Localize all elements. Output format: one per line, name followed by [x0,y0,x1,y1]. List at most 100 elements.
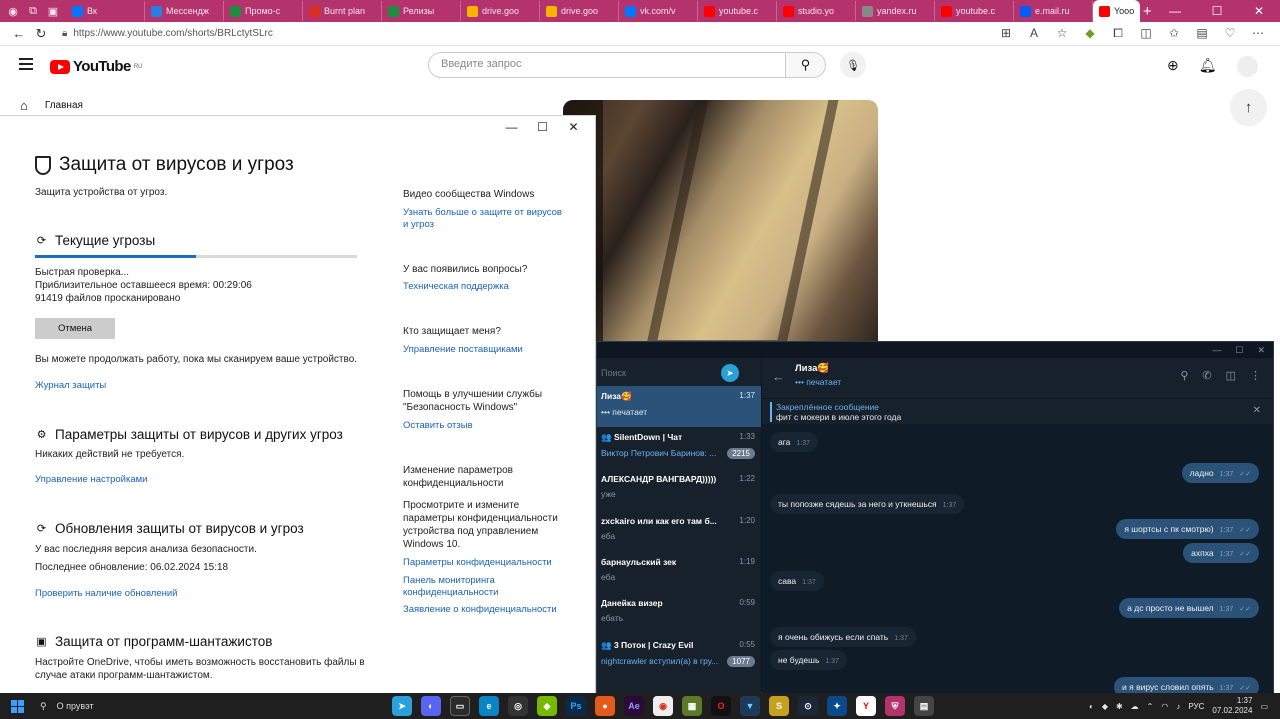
telegram-app-icon[interactable]: ➤ [392,696,412,716]
notifications-icon[interactable]: ▭ [1260,702,1268,711]
browser-tab[interactable]: e.mail.ru [1014,1,1093,21]
browser-tab[interactable]: youtube.c [935,1,1014,21]
chat-list-item[interactable]: 👥 3 Поток | Crazy Evil nightcrawler вступ… [597,635,761,676]
notifications-bell-icon[interactable]: 🔔︎ [1199,57,1217,74]
outgoing-message[interactable]: я шортсы с пк смотрю) 1:37 ✓✓ [1116,519,1259,539]
after-effects-app-icon[interactable]: Ae [624,696,644,716]
incoming-message[interactable]: ага 1:37 [770,432,818,452]
privacy-settings-link[interactable]: Параметры конфиденциальности [403,557,568,569]
chat-list-item[interactable]: 👥 SilentDown | Чат Виктор Петрович Барино… [597,427,761,468]
refresh-icon[interactable]: ↻ [30,26,52,42]
privacy-dashboard-link[interactable]: Панель мониторинга конфиденциальности [403,575,568,599]
create-video-icon[interactable]: ⊕ [1167,57,1179,74]
providers-link[interactable]: Управление поставщиками [403,344,568,356]
split-screen-icon[interactable]: ◫ [1138,26,1154,41]
browser-tab[interactable]: Вк [66,1,145,21]
wifi-icon[interactable]: ◠ [1161,702,1168,711]
search-icon[interactable]: ⚲ [786,52,826,78]
shorts-video-player[interactable] [563,100,878,345]
sidebar-item-home[interactable]: ⌂ Главная [20,98,83,113]
close-pinned-icon[interactable]: ✕ [1253,405,1261,416]
check-updates-link[interactable]: Проверить наличие обновлений [35,588,177,600]
chrome-app-icon[interactable]: ◉ [653,696,673,716]
learn-more-link[interactable]: Узнать больше о защите от вирусов и угро… [403,207,568,231]
phone-icon[interactable]: ✆ [1202,369,1211,382]
browser-tab[interactable]: youtube.c [698,1,777,21]
manage-settings-link[interactable]: Управление настройками [35,474,147,486]
browser-tab[interactable]: Мессендж [145,1,224,21]
menu-icon[interactable] [19,58,33,70]
microphone-icon[interactable]: 🎙︎ [840,52,866,78]
minecraft-app-icon[interactable]: ▦ [682,696,702,716]
close-button[interactable]: ✕ [558,120,589,134]
browser-tab[interactable]: yandex.ru [856,1,935,21]
photoshop-app-icon[interactable]: Ps [566,696,586,716]
minimize-button[interactable]: — [1154,4,1196,18]
notepad-app-icon[interactable]: ▤ [914,696,934,716]
feedback-link[interactable]: Оставить отзыв [403,420,568,432]
profile-icon[interactable]: ◉ [6,4,20,18]
chat-list-item[interactable]: zxckairo или как его там б... ебa 1:20 [597,511,761,552]
outgoing-message[interactable]: ахпха 1:37 ✓✓ [1183,543,1259,563]
security-app-icon[interactable]: ⛨ [885,696,905,716]
browser-tab[interactable]: drive.goo [461,1,540,21]
obs-app-icon[interactable]: ◎ [508,696,528,716]
address-bar[interactable]: 🔒︎ https://www.youtube.com/shorts/BRLcty… [62,28,922,39]
workspaces-icon[interactable]: ⧉ [26,4,40,18]
privacy-statement-link[interactable]: Заявление о конфиденциальности [403,604,568,616]
pinned-message[interactable]: Закреплённое сообщение фит с мокери в ию… [762,398,1273,424]
incoming-message[interactable]: я очень обижусь если спать 1:37 [770,627,916,647]
incoming-message[interactable]: ты попозже сядешь за него и уткнешься 1:3… [770,494,965,514]
telegram-plane-icon[interactable]: ➤ [721,364,739,382]
browser-app-icon[interactable]: ● [595,696,615,716]
vpn-app-icon[interactable]: ▼ [740,696,760,716]
nvidia-app-icon[interactable]: ◆ [537,696,557,716]
close-button[interactable]: ✕ [1257,345,1265,356]
browser-tab[interactable]: vk.com/v [619,1,698,21]
search-input[interactable]: Введите запрос [428,52,786,78]
taskbar-clock[interactable]: 1:37 07.02.2024 [1212,696,1252,716]
extension-icon[interactable]: ◆ [1082,26,1098,41]
tab-actions-icon[interactable]: ▣ [46,4,60,18]
maximize-button[interactable]: ☐ [1196,4,1238,18]
dropbox-app-icon[interactable]: ✦ [827,696,847,716]
steam-app-icon[interactable]: ⊙ [798,696,818,716]
discord-app-icon[interactable]: ◐ [421,696,441,716]
taskbar-search[interactable]: ⚲ О прувэт [34,701,354,712]
youtube-logo[interactable]: YouTube RU [50,58,142,75]
outgoing-message[interactable]: а дс просто не вышел 1:37 ✓✓ [1119,598,1259,618]
chat-search-input[interactable]: Поиск [597,364,737,384]
more-vertical-icon[interactable]: ⋮ [1250,369,1261,382]
sublime-app-icon[interactable]: S [769,696,789,716]
close-window-button[interactable]: ✕ [1238,4,1280,18]
more-icon[interactable]: ⋯ [1250,26,1266,41]
file-explorer-app-icon[interactable]: ▭ [450,696,470,716]
support-link[interactable]: Техническая поддержка [403,281,568,293]
cloud-icon[interactable]: ☁ [1131,702,1139,711]
maximize-button[interactable]: ☐ [527,120,558,134]
chat-list-item[interactable]: Лиза🥰 ••• печатает 1:37 [597,386,761,427]
back-arrow-icon[interactable]: ← [772,369,785,384]
browser-tab[interactable]: Burnt plan [303,1,382,21]
tab-active[interactable]: Yooo ✕ [1093,0,1141,22]
browser-tab[interactable]: Релизы [382,1,461,21]
new-tab-button[interactable]: + [1140,3,1154,20]
contact-name[interactable]: Лиза🥰 [795,363,829,374]
language-indicator[interactable]: РУС [1188,702,1204,711]
collections-icon[interactable]: ▤ [1194,26,1210,41]
avatar[interactable] [1237,56,1258,77]
outgoing-message[interactable]: и я вирус словил опять 1:37 ✓✓ [1114,677,1259,694]
apps-icon[interactable]: ⊞ [998,26,1014,41]
cancel-button[interactable]: Отмена [35,318,115,339]
edge-app-icon[interactable]: e [479,696,499,716]
favorites-icon[interactable]: ✩ [1166,26,1182,41]
start-button[interactable] [0,699,34,713]
nvidia-tray-icon[interactable]: ◆ [1102,702,1108,711]
yandex-app-icon[interactable]: Y [856,696,876,716]
outgoing-message[interactable]: ладно 1:37 ✓✓ [1181,463,1259,483]
maximize-button[interactable]: ☐ [1235,345,1243,356]
scroll-up-button[interactable]: ↑ [1230,89,1267,126]
browser-tab[interactable]: studio.yo [777,1,856,21]
minimize-button[interactable]: — [496,120,527,134]
browser-tab[interactable]: drive.goo [540,1,619,21]
